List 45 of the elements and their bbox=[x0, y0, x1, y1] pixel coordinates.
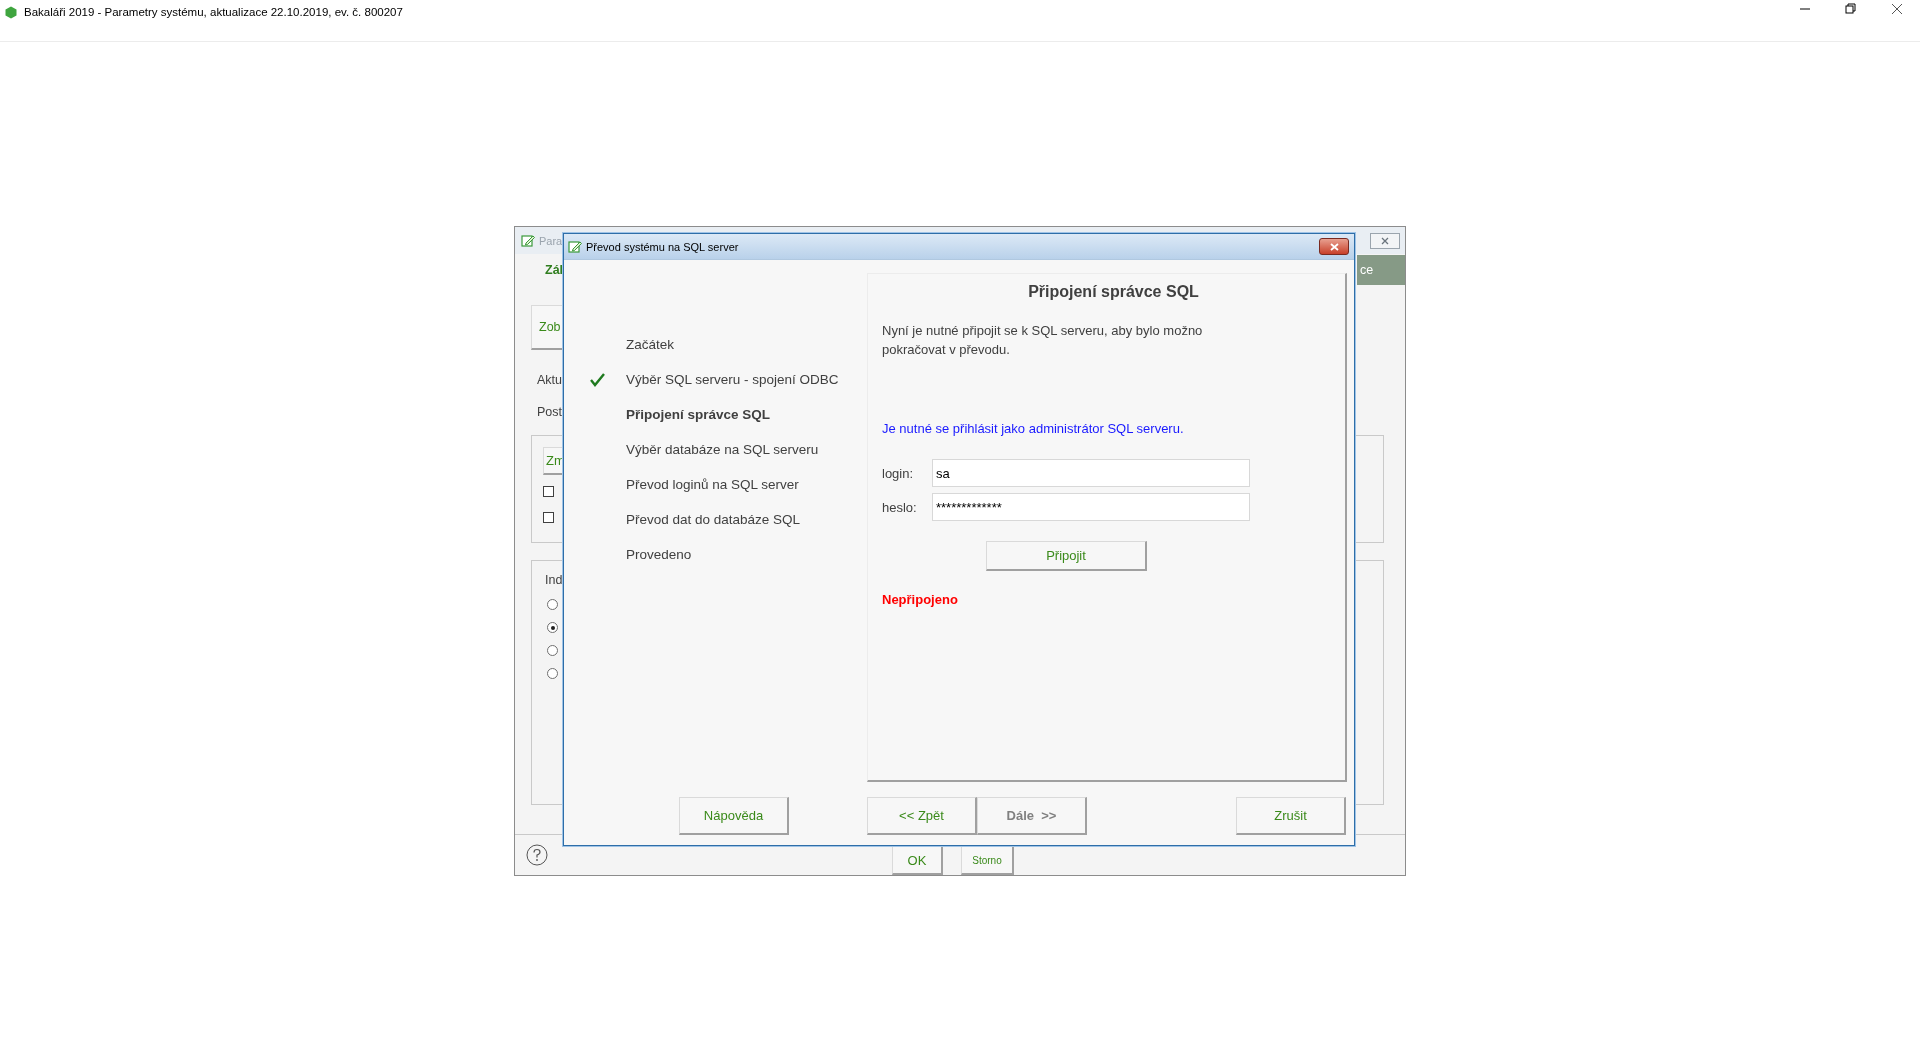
section-heading: Zál bbox=[545, 263, 564, 277]
wizard-step: Začátek bbox=[626, 337, 675, 352]
field-label: login: bbox=[882, 465, 915, 481]
dialog-button[interactable]: Storno bbox=[961, 846, 1014, 875]
radio-button[interactable] bbox=[547, 622, 558, 633]
field-label: Aktu bbox=[537, 373, 562, 387]
wizard-button[interactable]: Zrušit bbox=[1236, 797, 1346, 835]
wizard-button[interactable]: << Zpět bbox=[867, 797, 977, 835]
radio-button[interactable] bbox=[547, 599, 558, 610]
wizard-step: Provedeno bbox=[626, 547, 692, 562]
notice-text: Je nutné se přihlásit jako administrátor SQL serveru. bbox=[882, 421, 1184, 436]
wizard-button[interactable]: Nápověda bbox=[679, 797, 789, 835]
close-icon bbox=[1381, 236, 1389, 245]
radio-button[interactable] bbox=[547, 668, 558, 679]
close-icon bbox=[1329, 242, 1339, 251]
instruction-text: Nyní je nutné připojit se k SQL serveru, aby bylo možno pokračovat v převodu. bbox=[882, 322, 1204, 359]
restore-icon[interactable] bbox=[1844, 2, 1858, 16]
wizard-step: Výběr databáze na SQL serveru bbox=[626, 442, 819, 457]
field-label: heslo: bbox=[882, 499, 918, 515]
radio-button[interactable] bbox=[547, 645, 558, 656]
dialog-title: Převod systému na SQL server bbox=[586, 240, 739, 253]
page-heading: Připojení správce SQL bbox=[1028, 283, 1199, 301]
window-title: Para bbox=[539, 234, 563, 247]
close-icon[interactable] bbox=[1890, 2, 1904, 16]
checkbox[interactable] bbox=[543, 511, 554, 523]
wizard-step: Připojení správce SQL bbox=[626, 407, 771, 422]
wizard-step: Výběr SQL serveru - spojení ODBC bbox=[626, 372, 839, 387]
group-title: Ind bbox=[545, 573, 563, 587]
checkbox[interactable] bbox=[543, 485, 554, 497]
wizard-step: Převod loginů na SQL server bbox=[626, 477, 799, 492]
side-tab[interactable]: ce bbox=[1357, 255, 1405, 285]
close-button[interactable] bbox=[1319, 238, 1349, 255]
dialog-button[interactable]: OK bbox=[892, 846, 943, 875]
status-text: Nepřipojeno bbox=[882, 592, 958, 607]
window-title: Bakaláři 2019 - Parametry systému, aktualizace 22.10.2019, ev. č. 800207 bbox=[24, 6, 403, 18]
wizard-step: Převod dat do databáze SQL bbox=[626, 512, 801, 527]
input-field[interactable]: ************* bbox=[932, 493, 1250, 521]
input-field[interactable]: sa bbox=[932, 459, 1250, 487]
field-label: Post bbox=[537, 405, 562, 419]
connect-button[interactable]: Připojit bbox=[986, 541, 1147, 571]
pencil-icon bbox=[521, 233, 535, 248]
pencil-icon bbox=[568, 239, 582, 254]
help-icon[interactable] bbox=[526, 844, 548, 866]
close-button[interactable] bbox=[1370, 232, 1400, 249]
app-icon bbox=[5, 5, 17, 19]
